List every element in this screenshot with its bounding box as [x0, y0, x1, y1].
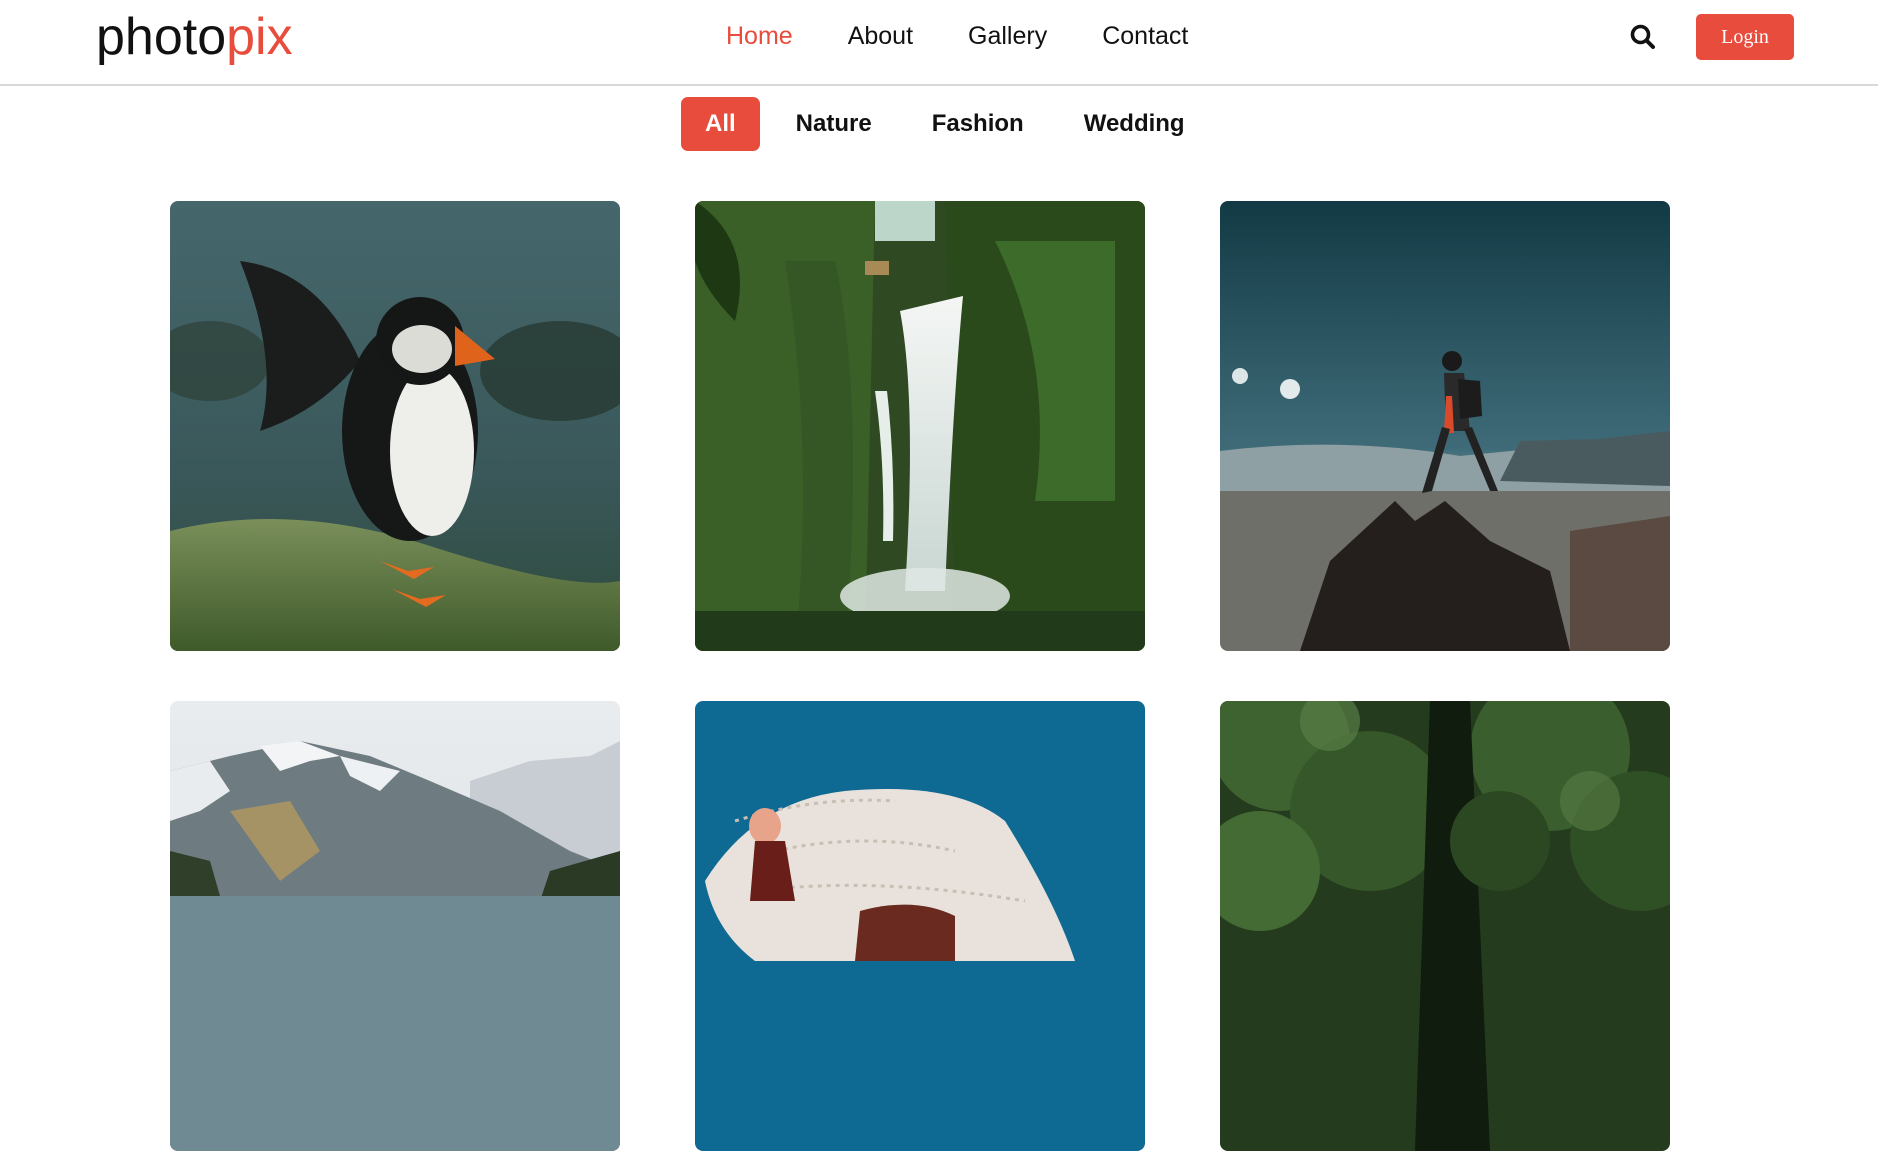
- nav-gallery[interactable]: Gallery: [968, 18, 1047, 54]
- main-nav: Home About Gallery Contact: [726, 18, 1188, 54]
- nav-about[interactable]: About: [848, 18, 913, 54]
- filter-fashion[interactable]: Fashion: [908, 97, 1048, 151]
- search-icon[interactable]: [1628, 22, 1658, 52]
- gallery-photo-fashion[interactable]: [695, 701, 1145, 1151]
- gallery-photo-mountains[interactable]: [170, 701, 620, 1151]
- category-filters: All Nature Fashion Wedding: [681, 97, 1209, 151]
- login-button[interactable]: Login: [1696, 14, 1794, 60]
- nav-contact[interactable]: Contact: [1102, 18, 1188, 54]
- gallery-photo-forest[interactable]: [1220, 701, 1670, 1151]
- site-header: photopix Home About Gallery Contact Logi…: [0, 0, 1878, 86]
- gallery-photo-hiker[interactable]: [1220, 201, 1670, 651]
- gallery-photo-puffin[interactable]: [170, 201, 620, 651]
- brand-accent: pix: [226, 8, 293, 66]
- brand-logo[interactable]: photopix: [96, 6, 293, 68]
- brand-prefix: photo: [96, 8, 227, 66]
- filter-all[interactable]: All: [681, 97, 760, 151]
- filter-nature[interactable]: Nature: [772, 97, 896, 151]
- filter-wedding[interactable]: Wedding: [1060, 97, 1209, 151]
- gallery-photo-waterfall[interactable]: [695, 201, 1145, 651]
- nav-home[interactable]: Home: [726, 18, 793, 54]
